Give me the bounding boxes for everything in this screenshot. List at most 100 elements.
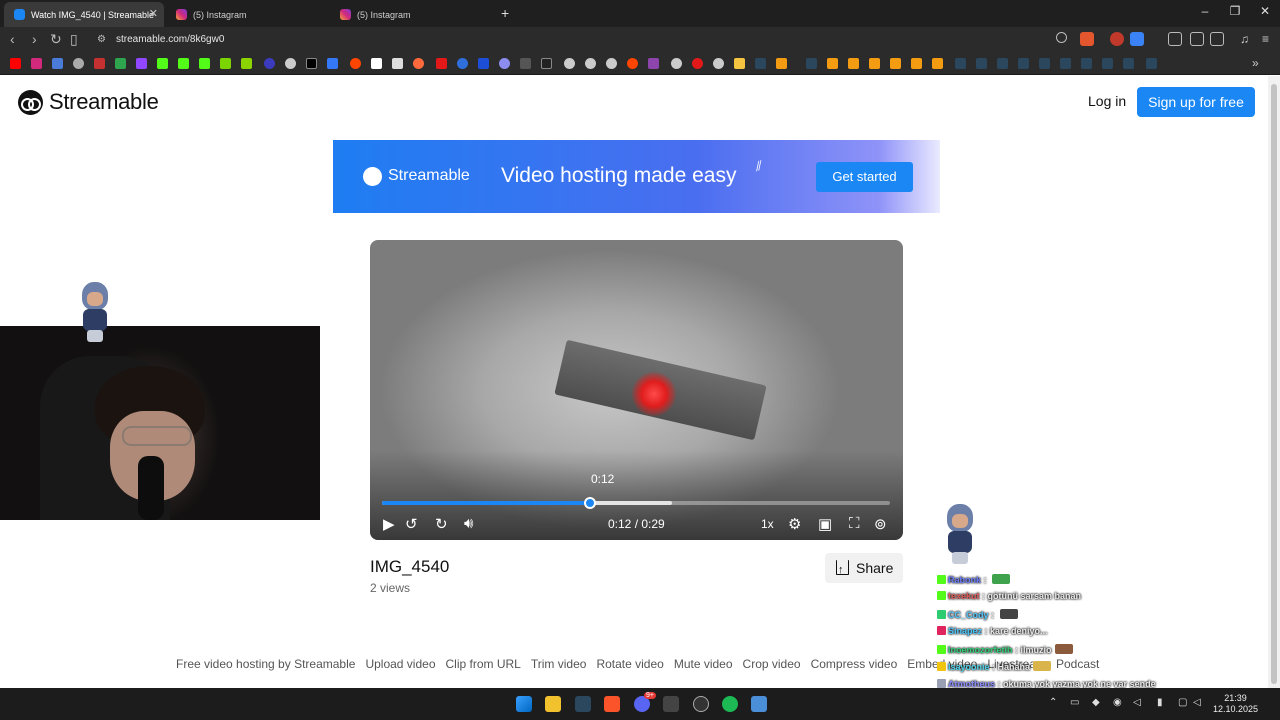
steam-icon[interactable] [575, 696, 591, 712]
tab-streamable[interactable]: Watch IMG_4540 | Streamable ✕ [4, 2, 164, 27]
forward-skip-icon[interactable]: ↻ [435, 515, 448, 533]
steam-icon[interactable] [955, 58, 966, 69]
kick-icon[interactable] [157, 58, 168, 69]
get-started-button[interactable]: Get started [816, 162, 913, 192]
steam-icon[interactable] [1018, 58, 1029, 69]
zoom-icon[interactable] [1056, 32, 1067, 43]
footer-link[interactable]: Rotate video [596, 657, 663, 671]
scrollbar-thumb[interactable] [1271, 84, 1277, 684]
kick-icon[interactable] [178, 58, 189, 69]
bookmark-icon[interactable] [413, 58, 424, 69]
twitch-icon[interactable] [136, 58, 147, 69]
steam-icon[interactable] [1146, 58, 1157, 69]
bookmark-icon[interactable] [436, 58, 447, 69]
back-icon[interactable]: ‹ [10, 31, 15, 47]
extension-icon[interactable] [1130, 32, 1144, 46]
bookmark-icon[interactable] [713, 58, 724, 69]
steam-icon[interactable] [1081, 58, 1092, 69]
bookmark-icon[interactable] [671, 58, 682, 69]
bookmark-icon[interactable] [932, 58, 943, 69]
bookmark-icon[interactable] [776, 58, 787, 69]
reddit-icon[interactable] [350, 58, 361, 69]
amazon-icon[interactable] [392, 58, 403, 69]
footer-link[interactable]: Crop video [743, 657, 801, 671]
bookmark-icon[interactable] [371, 58, 382, 69]
file-explorer-icon[interactable] [545, 696, 561, 712]
tray-expand-icon[interactable]: ⌃ [1049, 697, 1057, 708]
bookmark-icon[interactable] [285, 58, 296, 69]
start-icon[interactable] [516, 696, 532, 712]
obs-icon[interactable] [693, 696, 709, 712]
maximize-icon[interactable]: ❐ [1220, 4, 1250, 18]
menu-icon[interactable]: ≡ [1262, 32, 1276, 46]
kick-icon[interactable] [199, 58, 210, 69]
tray-icon[interactable]: ◆ [1092, 697, 1100, 708]
reload-icon[interactable]: ↻ [50, 31, 62, 48]
login-link[interactable]: Log in [1088, 93, 1126, 109]
seek-bar[interactable] [382, 497, 890, 509]
steam-icon[interactable] [755, 58, 766, 69]
promo-banner[interactable]: Streamable Video hosting made easy ⁄⁄ Ge… [333, 140, 940, 213]
steam-icon[interactable] [1039, 58, 1050, 69]
tab-close-icon[interactable]: ✕ [149, 7, 158, 20]
reddit-icon[interactable] [627, 58, 638, 69]
steam-icon[interactable] [806, 58, 817, 69]
signup-button[interactable]: Sign up for free [1137, 87, 1255, 117]
bookmark-icon[interactable] [457, 58, 468, 69]
bookmark-icon[interactable]: ▯ [70, 31, 78, 48]
wallet-icon[interactable] [1210, 32, 1224, 46]
steam-tray-icon[interactable]: ◉ [1113, 697, 1122, 708]
footer-link[interactable]: Compress video [811, 657, 898, 671]
youtube-icon[interactable] [10, 58, 21, 69]
streamable-icon[interactable]: ⊚ [874, 515, 887, 533]
bookmark-icon[interactable] [585, 58, 596, 69]
bookmark-icon[interactable] [220, 58, 231, 69]
play-icon[interactable]: ▶ [383, 515, 395, 533]
app-icon[interactable] [663, 696, 679, 712]
streamable-logo[interactable]: Streamable [18, 89, 159, 115]
steam-icon[interactable] [1123, 58, 1134, 69]
new-tab-button[interactable]: + [501, 5, 509, 21]
rewind-icon[interactable]: ↺ [405, 515, 418, 533]
spotify-icon[interactable] [722, 696, 738, 712]
bookmark-icon[interactable] [564, 58, 575, 69]
extension-icon[interactable] [1110, 32, 1124, 46]
bookmark-icon[interactable] [541, 58, 552, 69]
playback-rate-button[interactable]: 1x [761, 517, 774, 531]
page-scrollbar[interactable] [1268, 76, 1280, 688]
more-bookmarks-icon[interactable]: » [1252, 56, 1259, 70]
media-icon[interactable]: ♫ [1240, 32, 1254, 46]
minimize-icon[interactable]: – [1190, 4, 1220, 18]
steam-icon[interactable] [976, 58, 987, 69]
brave-shields-icon[interactable] [1080, 32, 1094, 46]
footer-link[interactable]: Clip from URL [446, 657, 521, 671]
bookmark-icon[interactable] [73, 58, 84, 69]
instagram-icon[interactable] [31, 58, 42, 69]
video-player[interactable]: 0:12 ▶ ↺ ↻ 🔊︎ 0:12 / 0:29 1x ⚙ ▣ ⛶ ⊚ [370, 240, 903, 540]
footer-link[interactable]: Upload video [365, 657, 435, 671]
bookmark-icon[interactable] [241, 58, 252, 69]
bookmark-icon[interactable] [52, 58, 63, 69]
bookmark-icon[interactable] [499, 58, 510, 69]
bookmark-icon[interactable] [692, 58, 703, 69]
fullscreen-icon[interactable]: ⛶ [849, 515, 860, 532]
tab-instagram-1[interactable]: (5) Instagram [166, 2, 330, 27]
bookmark-icon[interactable] [478, 58, 489, 69]
bookmark-icon[interactable] [869, 58, 880, 69]
bookmark-icon[interactable] [648, 58, 659, 69]
tray-mic-icon[interactable]: ▮ [1157, 697, 1163, 708]
bookmark-icon[interactable] [520, 58, 531, 69]
steam-icon[interactable] [997, 58, 1008, 69]
footer-link[interactable]: Trim video [531, 657, 587, 671]
app-icon[interactable] [751, 696, 767, 712]
address-bar[interactable]: ⚙ streamable.com/8k6gw0 [88, 30, 1096, 50]
extension-icon[interactable] [1168, 32, 1182, 46]
tray-icon[interactable]: ▭ [1070, 697, 1079, 708]
x-icon[interactable] [306, 58, 317, 69]
footer-link[interactable]: Free video hosting by Streamable [176, 657, 355, 671]
bookmark-icon[interactable] [848, 58, 859, 69]
bookmark-icon[interactable] [606, 58, 617, 69]
taskbar-clock[interactable]: 21:39 12.10.2025 [1213, 693, 1258, 715]
brave-icon[interactable] [604, 696, 620, 712]
footer-link[interactable]: Podcast [1056, 657, 1099, 671]
